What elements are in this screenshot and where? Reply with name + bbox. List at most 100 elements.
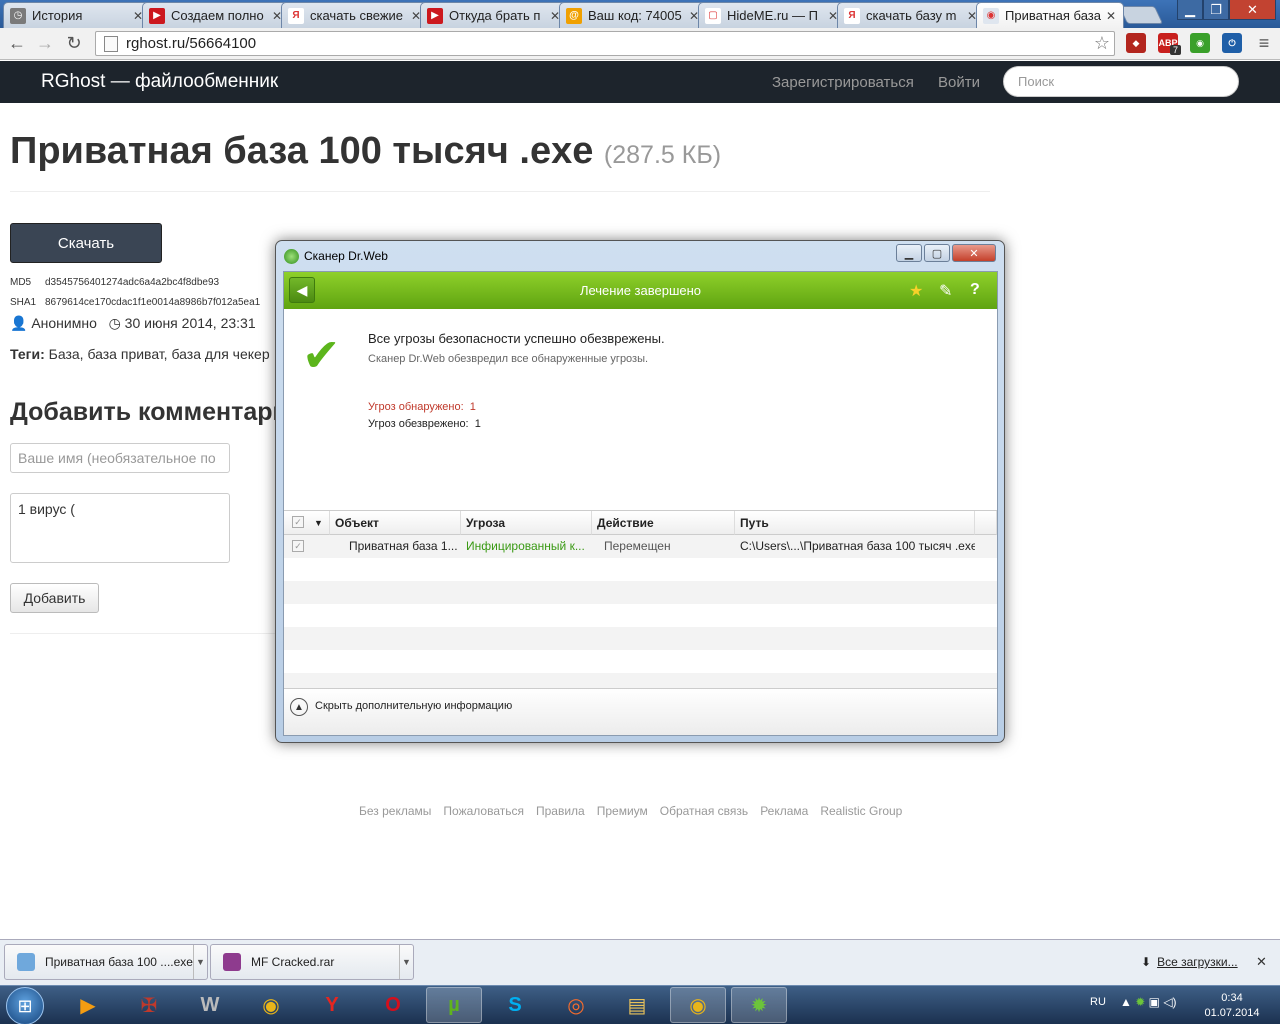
address-bar[interactable]: rghost.ru/56664100 ☆ (95, 31, 1115, 56)
select-all-checkbox[interactable]: ✓ (292, 516, 304, 528)
all-downloads-link[interactable]: ⬇ Все загрузки... (1141, 955, 1238, 969)
back-icon[interactable]: ← (5, 31, 29, 55)
footer-link[interactable]: Реклама (760, 804, 808, 818)
empty-row (284, 558, 997, 581)
table-row[interactable]: ✓ Приватная база 1... Инфицированный к..… (284, 535, 997, 558)
browser-tab[interactable]: ◷ История ✕ (3, 2, 151, 28)
threats-detected: Угроз обнаружено: 1 (368, 401, 476, 413)
tab-close-icon[interactable]: ✕ (1105, 9, 1117, 23)
explorer-icon[interactable]: ▤ (609, 987, 665, 1023)
row-path: C:\Users\...\Приватная база 100 тысяч .e… (740, 539, 975, 553)
utorrent-icon[interactable]: µ (426, 987, 482, 1023)
skype-icon[interactable]: S (487, 987, 543, 1023)
row-action: Перемещен (604, 539, 671, 553)
author: Анонимно (31, 315, 97, 331)
sha1-row: SHA1 8679614ce170cdac1f1e0014a8986b7f012a… (10, 297, 275, 308)
footer-link[interactable]: Обратная связь (660, 804, 748, 818)
download-item[interactable]: MF Cracked.rar ▼ (210, 944, 414, 980)
start-button[interactable]: ⊞ (6, 987, 44, 1024)
md5-row: MD5 d3545756401274adc6a4a2bc4f8dbe93 (10, 277, 219, 288)
search-input[interactable]: Поиск (1003, 66, 1239, 97)
dialog-maximize-button[interactable]: ▢ (924, 244, 950, 262)
yandex-browser-icon[interactable]: Y (304, 987, 360, 1023)
close-window-button[interactable]: ✕ (1229, 0, 1276, 20)
dialog-minimize-button[interactable]: ▁ (896, 244, 922, 262)
download-menu-icon[interactable]: ▼ (399, 945, 413, 979)
chrome-icon[interactable]: ◉ (243, 987, 299, 1023)
drweb-tray-icon[interactable]: ✹ (1135, 995, 1145, 1009)
close-downloads-icon[interactable]: ✕ (1256, 954, 1267, 970)
drweb-spider-icon (284, 249, 299, 264)
dota-icon[interactable]: ◆ (1126, 33, 1146, 53)
upload-date: 30 июня 2014, 23:31 (124, 315, 256, 331)
help-icon[interactable]: ? (970, 281, 980, 299)
browser-tab[interactable]: ▶ Откуда брать п ✕ (420, 2, 568, 28)
restore-window-button[interactable]: ❐ (1203, 0, 1229, 20)
tab-label: История (32, 8, 83, 23)
download-menu-icon[interactable]: ▼ (193, 945, 207, 979)
forward-icon[interactable]: → (33, 31, 57, 55)
download-button[interactable]: Скачать (10, 223, 162, 263)
tab-favicon: Я (844, 7, 860, 24)
footer-link[interactable]: Realistic Group (820, 804, 902, 818)
browser-tab[interactable]: ◉ Приватная база ✕ (976, 2, 1124, 28)
register-link[interactable]: Зарегистрироваться (772, 74, 914, 91)
tanks-icon[interactable]: ✠ (121, 987, 177, 1023)
browser-toolbar: ← → ↻ rghost.ru/56664100 ☆ ◆ ABP 7 ◉ ⏻ ≡ (0, 28, 1280, 60)
media-player-icon[interactable]: ▶ (60, 987, 116, 1023)
wrench-icon[interactable]: ✎ (939, 281, 952, 301)
file-size: (287.5 КБ) (603, 141, 722, 169)
reload-icon[interactable]: ↻ (62, 31, 86, 55)
menu-icon[interactable]: ≡ (1252, 31, 1276, 55)
minimize-window-button[interactable]: ▁ (1177, 0, 1203, 20)
select-all-header[interactable]: ✓ ▼ (284, 511, 330, 535)
result-submessage: Сканер Dr.Web обезвредил все обнаруженны… (368, 353, 649, 365)
chrome-active-icon[interactable]: ◉ (670, 987, 726, 1023)
power-icon[interactable]: ⏻ (1222, 33, 1242, 53)
add-comment-button[interactable]: Добавить (10, 583, 99, 613)
tab-favicon: @ (566, 7, 582, 24)
chevron-up-icon[interactable]: ▲ (290, 698, 308, 716)
column-header-object[interactable]: Объект (330, 511, 461, 535)
language-indicator[interactable]: RU (1090, 996, 1106, 1008)
comment-textarea[interactable]: 1 вирус ( (10, 493, 230, 563)
browser-tab[interactable]: @ Ваш код: 74005 ✕ (559, 2, 707, 28)
hide-details-link[interactable]: Скрыть дополнительную информацию (315, 700, 512, 712)
dialog-close-button[interactable]: ✕ (952, 244, 996, 262)
browser-tab[interactable]: ▶ Создаем полно ✕ (142, 2, 290, 28)
threats-neutralized: Угроз обезврежено: 1 (368, 418, 481, 430)
column-header-path[interactable]: Путь (735, 511, 975, 535)
drweb-icon[interactable]: ✹ (731, 987, 787, 1023)
volume-icon[interactable]: ◁) (1163, 995, 1176, 1009)
browser-tab[interactable]: Яскачать базу m ✕ (837, 2, 985, 28)
new-tab-button[interactable] (1118, 6, 1164, 24)
system-clock[interactable]: 0:34 01.07.2014 (1202, 991, 1262, 1021)
world-of-tanks-icon[interactable]: W (182, 987, 238, 1023)
tags-list[interactable]: База, база приват, база для чекер (49, 346, 270, 362)
star-icon[interactable]: ★ (909, 281, 923, 301)
user-icon: 👤 (10, 315, 28, 331)
browser-tab[interactable]: ▢ HideME.ru — П ✕ (698, 2, 846, 28)
footer-link[interactable]: Правила (536, 804, 585, 818)
row-checkbox[interactable]: ✓ (292, 540, 304, 552)
site-brand[interactable]: RGhost — файлообменник (41, 71, 278, 93)
frog-icon[interactable]: ◉ (1190, 33, 1210, 53)
login-link[interactable]: Войти (938, 74, 980, 91)
tray-expand-icon[interactable]: ▲ (1120, 995, 1132, 1009)
browser-tab[interactable]: Яскачать свежие ✕ (281, 2, 429, 28)
footer-link[interactable]: Премиум (597, 804, 648, 818)
column-header-threat[interactable]: Угроза (461, 511, 592, 535)
system-tray[interactable]: ▲ ✹ ▣ ◁) (1120, 995, 1177, 1009)
sha1-label: SHA1 (10, 297, 37, 308)
footer-link[interactable]: Пожаловаться (443, 804, 524, 818)
download-item[interactable]: Приватная база 100 ....exe ▼ (4, 944, 208, 980)
bookmark-star-icon[interactable]: ☆ (1094, 33, 1110, 54)
column-header-action[interactable]: Действие (592, 511, 735, 535)
opera-icon[interactable]: O (365, 987, 421, 1023)
name-input[interactable]: Ваше имя (необязательное по (10, 443, 230, 473)
file-icon (17, 953, 35, 971)
footer-link[interactable]: Без рекламы (359, 804, 431, 818)
network-icon[interactable]: ▣ (1149, 995, 1160, 1009)
origin-icon[interactable]: ◎ (548, 987, 604, 1023)
chevron-down-icon[interactable]: ▼ (314, 518, 323, 528)
